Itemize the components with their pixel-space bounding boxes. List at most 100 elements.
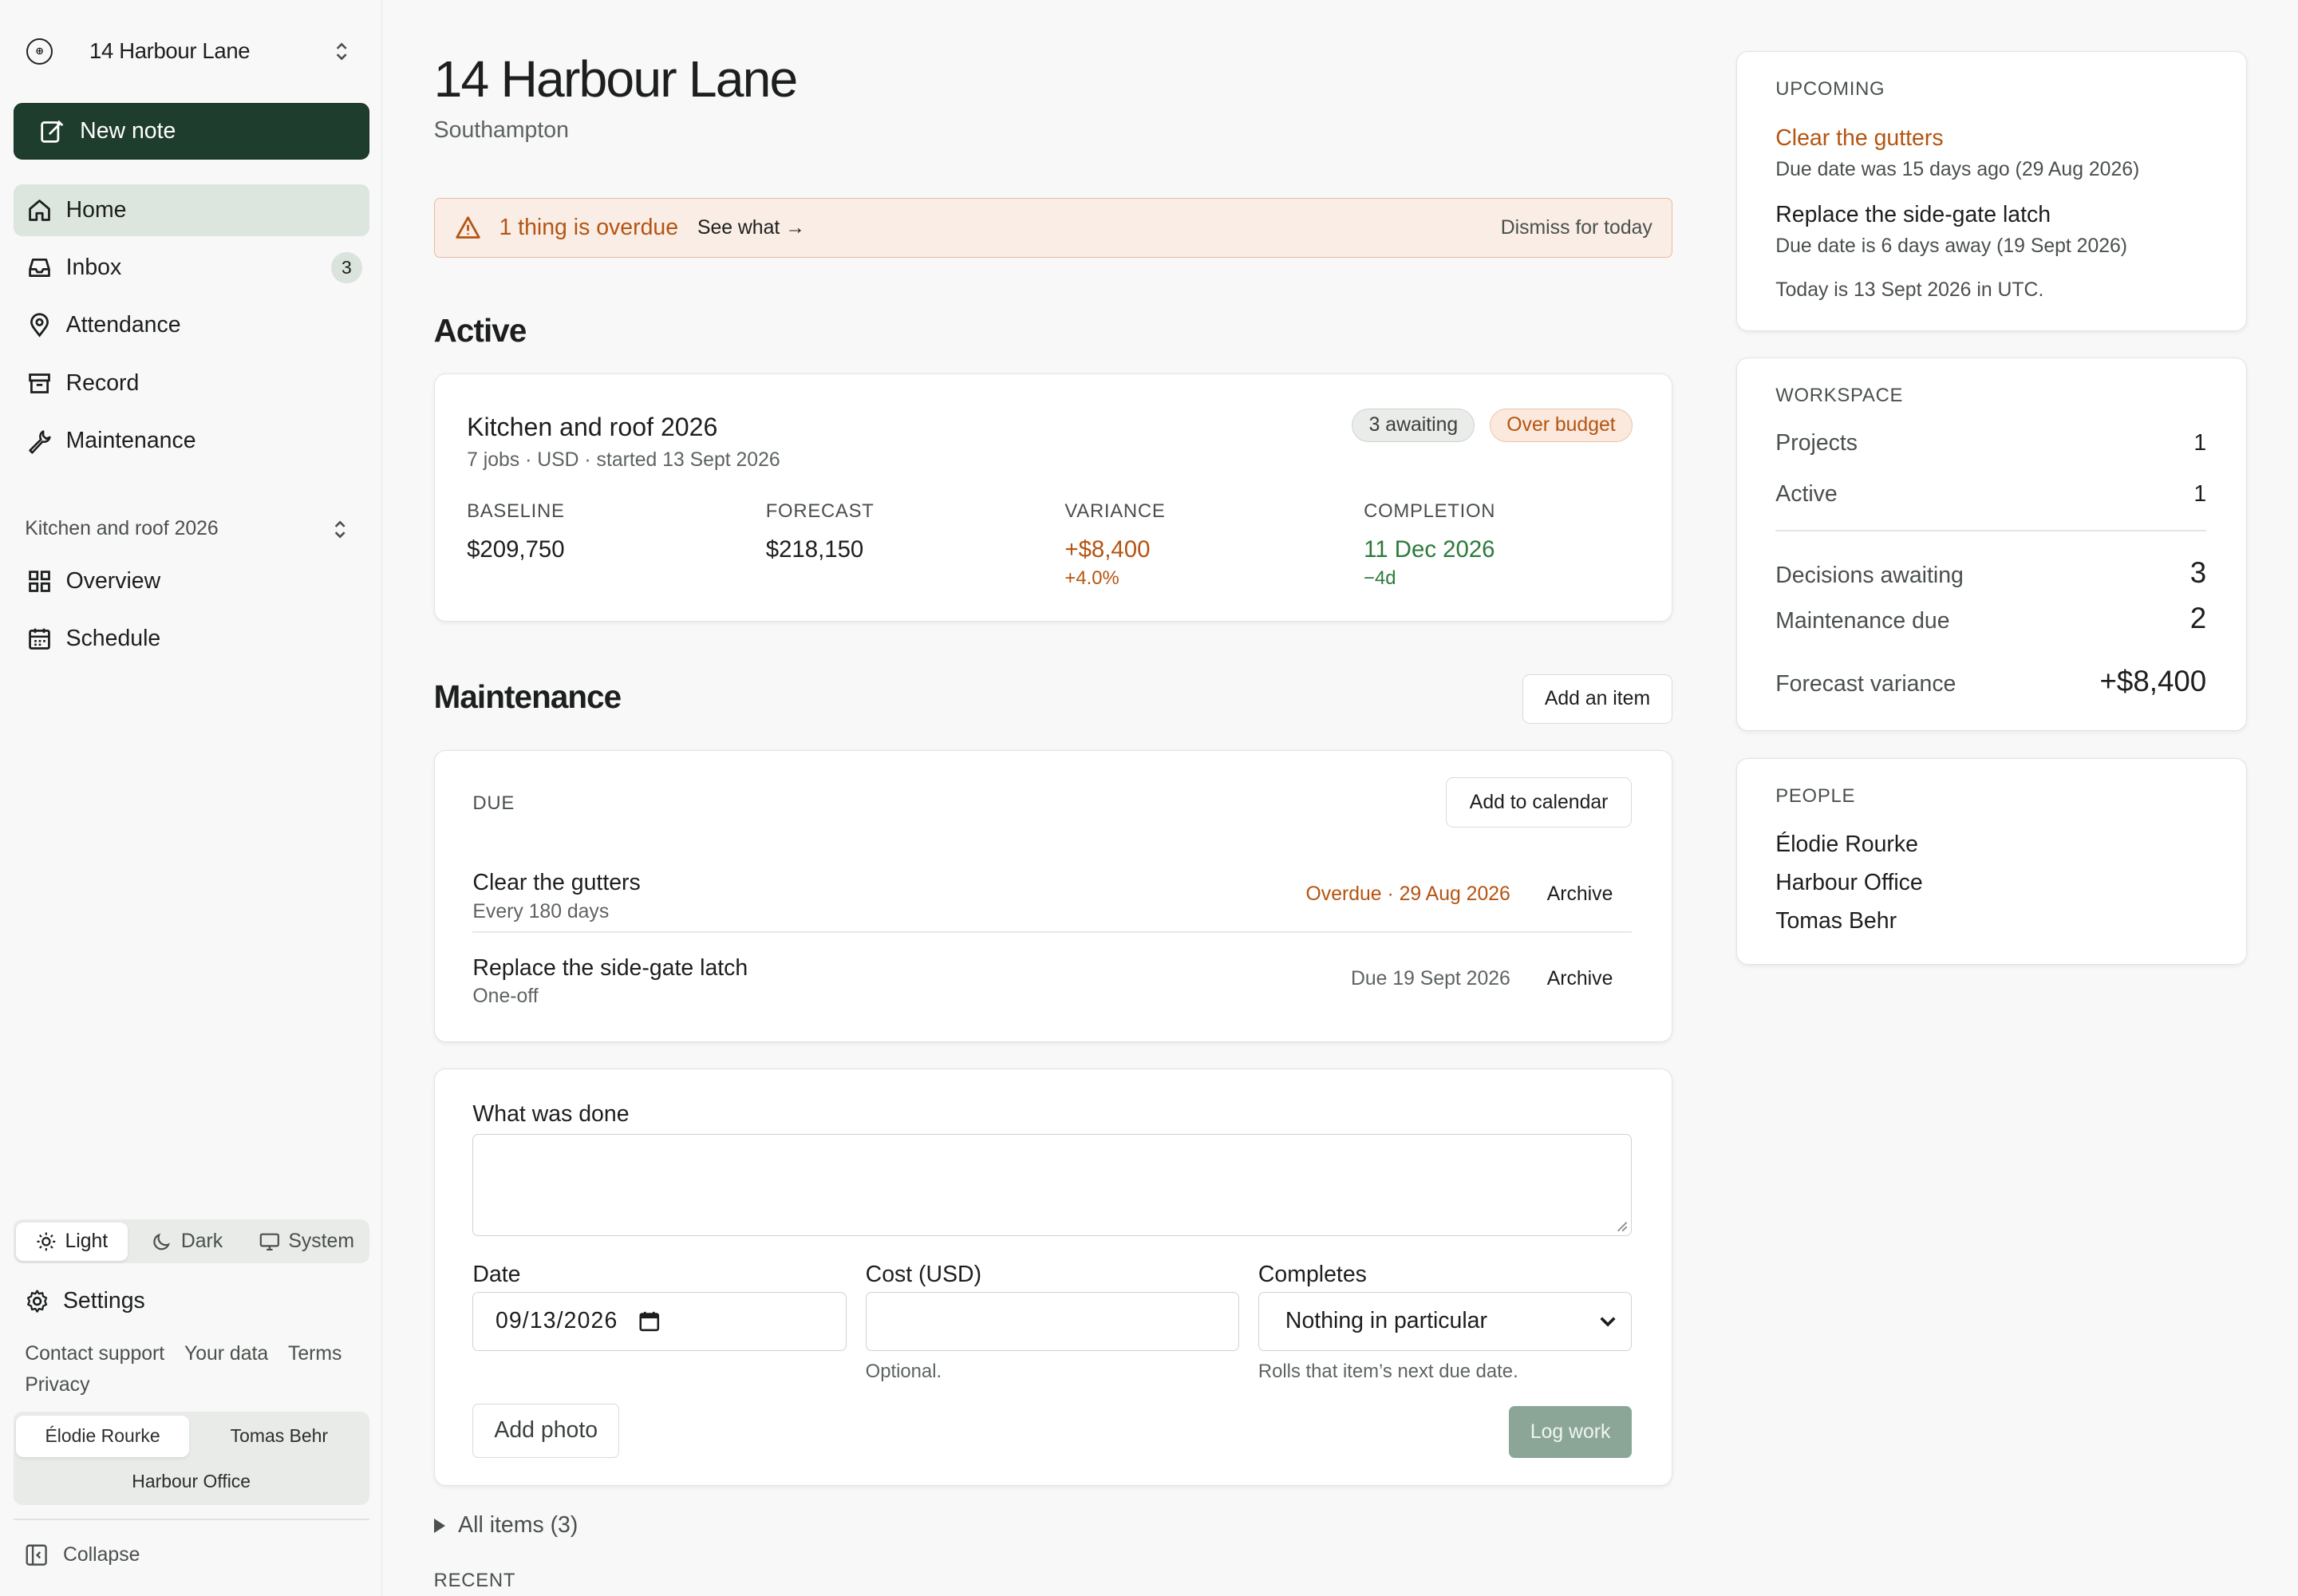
theme-system-option[interactable]: System (247, 1223, 366, 1261)
completes-select[interactable]: Nothing in particular (1258, 1292, 1633, 1351)
row-key: Active (1775, 481, 1838, 508)
workspace-logo-icon: ⊕ (26, 38, 53, 65)
collapse-sidebar-button[interactable]: Collapse (25, 1543, 140, 1566)
row-divider (472, 931, 1633, 934)
stat-forecast: FORECAST $218,150 (766, 500, 875, 563)
upcoming-item-title[interactable]: Clear the gutters (1775, 125, 1943, 152)
nav-item-inbox[interactable]: Inbox 3 (14, 243, 369, 294)
active-section-title: Active (433, 312, 527, 350)
what-was-done-textarea[interactable] (472, 1133, 1633, 1237)
stat-subvalue: +4.0% (1064, 567, 1119, 590)
today-note: Today is 13 Sept 2026 in UTC. (1775, 279, 2044, 301)
project-card[interactable]: Kitchen and roof 2026 7 jobs · USD · sta… (433, 373, 1672, 622)
stat-value: $209,750 (467, 535, 565, 563)
maintenance-item-title: Clear the gutters (472, 870, 641, 896)
settings-link[interactable]: Settings (25, 1286, 145, 1317)
upcoming-item-title[interactable]: Replace the side-gate latch (1775, 202, 2051, 228)
nav-item-maintenance[interactable]: Maintenance (14, 415, 369, 466)
add-photo-button[interactable]: Add photo (472, 1403, 620, 1458)
theme-light-option[interactable]: Light (16, 1222, 128, 1261)
date-value: 09/13/2026 (495, 1308, 618, 1334)
cost-label: Cost (USD) (865, 1261, 982, 1287)
terms-link[interactable]: Terms (288, 1343, 342, 1365)
workspace-switcher[interactable]: ⊕ 14 Harbour Lane (26, 30, 357, 73)
monitor-icon (259, 1233, 279, 1250)
calendar-icon[interactable] (638, 1310, 661, 1333)
all-items-label: All items (3) (458, 1512, 578, 1539)
nav-label: Schedule (65, 625, 161, 651)
person-name[interactable]: Élodie Rourke (1775, 832, 1918, 858)
stat-value: +$8,400 (1064, 535, 1151, 563)
map-pin-icon (30, 313, 49, 338)
project-title: Kitchen and roof 2026 (467, 413, 718, 442)
workspace-label: WORKSPACE (1775, 385, 1904, 407)
theme-light-label: Light (65, 1230, 109, 1252)
main-nav: Home Inbox 3 Attendance Record Maintenan… (13, 184, 369, 472)
contact-support-link[interactable]: Contact support (25, 1343, 164, 1365)
see-what-link[interactable]: See what → (697, 217, 805, 239)
nav-label: Home (65, 197, 127, 223)
add-to-calendar-button[interactable]: Add to calendar (1445, 777, 1633, 828)
moon-icon (153, 1233, 171, 1250)
workspace-row-decisions: Decisions awaiting 3 (1775, 556, 2206, 590)
date-label: Date (472, 1261, 521, 1287)
nav-item-record[interactable]: Record (14, 358, 369, 409)
sidebar-collapse-icon (26, 1544, 48, 1566)
project-meta: 7 jobs · USD · started 13 Sept 2026 (467, 449, 780, 471)
sun-icon (37, 1232, 55, 1251)
warning-icon (456, 216, 481, 239)
archive-button[interactable]: Archive (1547, 968, 1613, 990)
maintenance-item-sub: Every 180 days (472, 900, 610, 922)
nav-item-home[interactable]: Home (13, 184, 369, 236)
all-items-toggle[interactable]: All items (3) (433, 1512, 578, 1539)
person-option-elodie[interactable]: Élodie Rourke (16, 1416, 189, 1457)
project-switcher[interactable]: Kitchen and roof 2026 (25, 515, 356, 544)
completes-help: Rolls that item’s next due date. (1258, 1361, 1518, 1383)
row-key: Projects (1775, 430, 1858, 456)
theme-dark-label: Dark (180, 1230, 223, 1252)
calendar-icon (29, 628, 50, 650)
person-name[interactable]: Tomas Behr (1775, 908, 1897, 934)
nav-item-schedule[interactable]: Schedule (14, 613, 369, 664)
sidebar-divider (13, 1518, 369, 1520)
maintenance-item-title: Replace the side-gate latch (472, 954, 748, 981)
workspace-divider (1775, 530, 2207, 531)
alert-text: 1 thing is overdue (499, 215, 679, 241)
resize-handle-icon[interactable] (1615, 1219, 1629, 1233)
new-note-button[interactable]: New note (13, 102, 369, 160)
your-data-link[interactable]: Your data (184, 1343, 268, 1365)
over-budget-badge: Over budget (1490, 408, 1633, 442)
cost-input[interactable] (865, 1292, 1239, 1351)
maintenance-row[interactable]: Replace the side-gate latch One-off Due … (472, 946, 1632, 1030)
maintenance-item-sub: One-off (472, 986, 539, 1008)
person-switcher: Élodie Rourke Tomas Behr Harbour Office (13, 1411, 369, 1506)
person-option-harbour-office[interactable]: Harbour Office (16, 1461, 366, 1502)
workspace-row-projects: Projects 1 (1775, 430, 2206, 456)
workspace-row-active: Active 1 (1775, 481, 2206, 508)
date-input[interactable]: 09/13/2026 (472, 1292, 847, 1351)
stat-completion: COMPLETION 11 Dec 2026 −4d (1364, 500, 1495, 590)
disclosure-triangle-icon (433, 1518, 445, 1533)
stat-baseline: BASELINE $209,750 (467, 500, 565, 563)
workspace-name: 14 Harbour Lane (89, 38, 251, 64)
row-value: 1 (2193, 430, 2207, 456)
nav-item-overview[interactable]: Overview (14, 555, 369, 606)
footer-links: Contact support Your data Terms Privacy (25, 1338, 369, 1401)
app-window: ⊕ 14 Harbour Lane New note Home Inbox 3 … (0, 0, 2298, 1596)
log-work-button[interactable]: Log work (1508, 1406, 1633, 1458)
new-note-label: New note (80, 117, 176, 144)
add-item-button[interactable]: Add an item (1522, 674, 1672, 725)
person-name[interactable]: Harbour Office (1775, 870, 1923, 896)
theme-dark-option[interactable]: Dark (128, 1223, 247, 1261)
nav-item-attendance[interactable]: Attendance (14, 300, 369, 351)
recent-label: RECENT (433, 1570, 516, 1592)
upcoming-item-sub: Due date is 6 days away (19 Sept 2026) (1775, 235, 2128, 257)
log-work-form: What was done Date 09/13/2026 Cost (USD)… (433, 1068, 1672, 1487)
completes-value: Nothing in particular (1285, 1308, 1487, 1334)
nav-label: Attendance (65, 312, 181, 338)
archive-button[interactable]: Archive (1547, 883, 1613, 906)
dismiss-alert-button[interactable]: Dismiss for today (1501, 217, 1652, 239)
person-option-tomas[interactable]: Tomas Behr (192, 1416, 367, 1456)
row-key: Forecast variance (1775, 671, 1956, 697)
privacy-link[interactable]: Privacy (25, 1374, 89, 1396)
